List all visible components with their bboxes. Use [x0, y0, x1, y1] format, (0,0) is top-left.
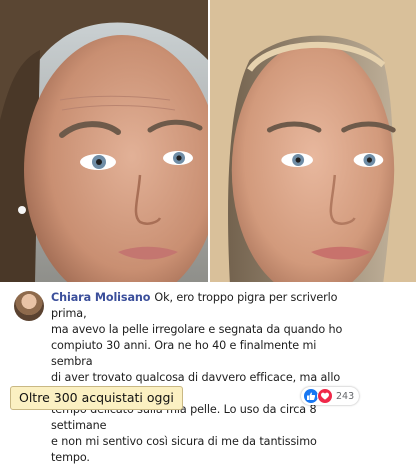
after-photo [208, 0, 416, 282]
review-line: e non mi sentivo così sicura di me da ta… [51, 435, 317, 464]
before-photo [0, 0, 208, 282]
review-header: Chiara Molisano Ok, ero troppo pigra per … [14, 290, 344, 466]
reviewer-name[interactable]: Chiara Molisano [51, 291, 150, 304]
before-after-photos [0, 0, 416, 282]
review-text: Chiara Molisano Ok, ero troppo pigra per … [51, 290, 344, 466]
avatar[interactable] [14, 291, 44, 321]
love-icon [317, 388, 333, 404]
review-line: compiuto 30 anni. Ora ne ho 40 e finalme… [51, 339, 317, 368]
purchases-badge: Oltre 300 acquistati oggi [10, 386, 183, 410]
reactions-summary[interactable]: 243 [301, 387, 360, 405]
review-line: ma avevo la pelle irregolare e segnata d… [51, 323, 343, 336]
reaction-count: 243 [336, 390, 355, 402]
